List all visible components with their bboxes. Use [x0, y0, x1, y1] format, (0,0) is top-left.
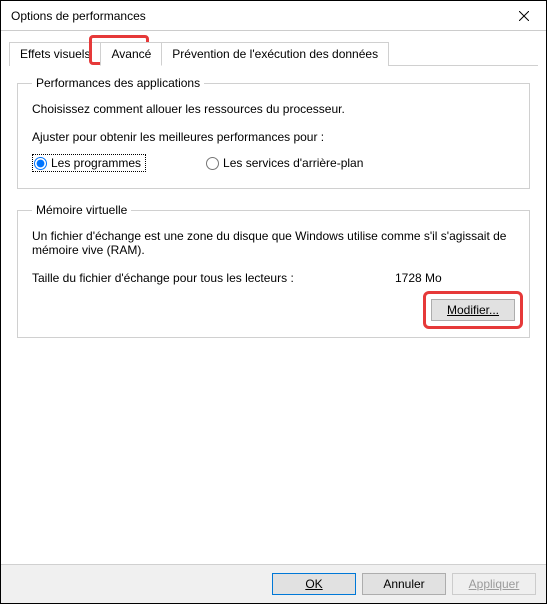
tab-advanced[interactable]: Avancé — [100, 42, 162, 66]
radio-services-label: Les services d'arrière-plan — [223, 156, 363, 170]
radio-group-adjust: Les programmes Les services d'arrière-pl… — [32, 154, 515, 172]
dialog-footer: OK Annuler Appliquer — [1, 564, 546, 603]
vm-description: Un fichier d'échange est une zone du dis… — [32, 229, 515, 257]
tab-strip: Effets visuels Avancé Prévention de l'ex… — [9, 41, 538, 66]
ok-button[interactable]: OK — [272, 573, 356, 595]
tab-dep[interactable]: Prévention de l'exécution des données — [161, 42, 389, 66]
close-icon — [519, 11, 529, 21]
radio-programs-label: Les programmes — [51, 156, 141, 170]
vm-size-value: 1728 Mo — [395, 271, 515, 285]
legend-app-performance: Performances des applications — [32, 76, 204, 90]
cancel-button[interactable]: Annuler — [362, 573, 446, 595]
radio-services[interactable]: Les services d'arrière-plan — [206, 156, 363, 170]
vm-size-label: Taille du fichier d'échange pour tous le… — [32, 271, 395, 285]
vm-size-row: Taille du fichier d'échange pour tous le… — [32, 271, 515, 285]
app-perf-description: Choisissez comment allouer les ressource… — [32, 102, 515, 116]
apply-button[interactable]: Appliquer — [452, 573, 536, 595]
modify-button[interactable]: Modifier... — [431, 299, 515, 321]
radio-programs-input[interactable] — [34, 157, 47, 170]
radio-programs[interactable]: Les programmes — [32, 154, 146, 172]
adjust-label: Ajuster pour obtenir les meilleures perf… — [32, 130, 515, 144]
radio-services-input[interactable] — [206, 157, 219, 170]
titlebar: Options de performances — [1, 1, 546, 31]
group-virtual-memory: Mémoire virtuelle Un fichier d'échange e… — [17, 203, 530, 338]
group-app-performance: Performances des applications Choisissez… — [17, 76, 530, 189]
close-button[interactable] — [501, 1, 546, 31]
tab-visual-effects[interactable]: Effets visuels — [9, 42, 101, 66]
tab-content: Performances des applications Choisissez… — [1, 66, 546, 362]
window-title: Options de performances — [11, 9, 501, 23]
legend-virtual-memory: Mémoire virtuelle — [32, 203, 131, 217]
